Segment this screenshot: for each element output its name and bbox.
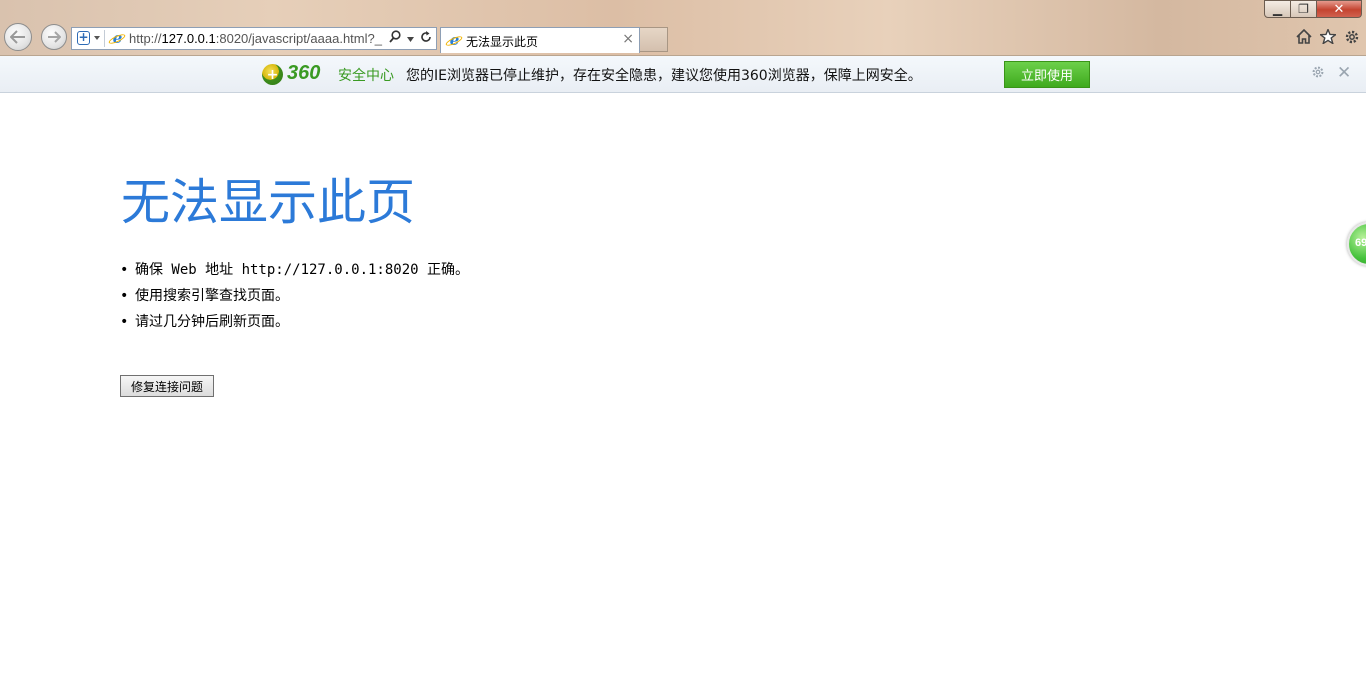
brand-360: 360 xyxy=(287,62,321,84)
minimize-button[interactable]: ▁ xyxy=(1264,0,1291,18)
address-bar-actions xyxy=(389,30,432,47)
floating-speed-ball[interactable]: 69 xyxy=(1347,222,1366,266)
close-icon: ✕ xyxy=(1333,1,1345,17)
address-bar[interactable]: + e http://127.0.0.1:8020/javascript/aaa… xyxy=(71,27,437,50)
browser-titlebar: + e http://127.0.0.1:8020/javascript/aaa… xyxy=(0,0,1366,56)
use-now-button[interactable]: 立即使用 xyxy=(1004,61,1090,88)
close-window-button[interactable]: ✕ xyxy=(1317,0,1362,18)
tab-close-icon[interactable]: × xyxy=(622,31,634,47)
bullet: • xyxy=(120,314,129,330)
ie-logo-icon: e xyxy=(110,31,125,46)
restore-icon: ❐ xyxy=(1298,2,1309,16)
suggestion-list: • 确保 Web 地址 http://127.0.0.1:8020 正确。 • 使用… xyxy=(120,258,469,336)
forward-button[interactable] xyxy=(41,24,67,50)
bullet: • xyxy=(120,288,129,304)
notification-message: 您的IE浏览器已停止维护，存在安全隐患，建议您使用360浏览器，保障上网安全。 xyxy=(406,68,922,84)
back-arrow-icon xyxy=(10,30,25,44)
suggestion-text: 确保 Web 地址 http://127.0.0.1:8020 正确。 xyxy=(135,262,470,278)
url-host: 127.0.0.1 xyxy=(161,31,216,46)
suggestion-text: 使用搜索引擎查找页面。 xyxy=(135,288,289,304)
maximize-button[interactable]: ❐ xyxy=(1291,0,1317,18)
favorites-star-icon[interactable] xyxy=(1318,27,1338,49)
tab-current[interactable]: e 无法显示此页 × xyxy=(440,27,640,53)
browser-toolbar-icons xyxy=(1296,27,1360,49)
list-item: • 确保 Web 地址 http://127.0.0.1:8020 正确。 xyxy=(120,258,469,284)
new-tab-button[interactable] xyxy=(640,27,668,52)
suggestion-text: 请过几分钟后刷新页面。 xyxy=(135,314,289,330)
home-icon[interactable] xyxy=(1296,28,1312,49)
brand-subtitle: 安全中心 xyxy=(338,68,394,84)
chevron-down-icon[interactable] xyxy=(407,31,414,46)
search-icon[interactable] xyxy=(389,30,401,47)
refresh-icon[interactable] xyxy=(420,30,432,47)
tab-title: 无法显示此页 xyxy=(466,35,539,49)
list-item: • 使用搜索引擎查找页面。 xyxy=(120,284,469,310)
speed-ball-value: 69 xyxy=(1355,237,1366,249)
chevron-down-icon xyxy=(94,36,100,40)
tools-gear-icon[interactable] xyxy=(1344,29,1360,49)
fix-connection-button[interactable]: 修复连接问题 xyxy=(120,375,214,397)
settings-gear-icon[interactable] xyxy=(1311,65,1325,83)
360-logo-icon: + xyxy=(262,64,283,85)
url-path: :8020/javascript/aaaa.html?_ xyxy=(215,31,382,46)
shield-plus-icon: + xyxy=(77,30,90,45)
window-controls: ▁ ❐ ✕ xyxy=(1264,0,1362,18)
close-notification-icon[interactable]: ✕ xyxy=(1337,63,1351,83)
compatibility-view-button[interactable]: + xyxy=(74,30,105,47)
list-item: • 请过几分钟后刷新页面。 xyxy=(120,310,469,336)
page-title: 无法显示此页 xyxy=(121,174,416,231)
ie-logo-icon: e xyxy=(447,33,462,48)
forward-arrow-icon xyxy=(48,31,61,43)
bullet: • xyxy=(120,262,129,278)
minimize-icon: ▁ xyxy=(1272,2,1283,16)
security-notification-bar: + 360 安全中心 您的IE浏览器已停止维护，存在安全隐患，建议您使用360浏… xyxy=(0,56,1366,93)
address-url[interactable]: http://127.0.0.1:8020/javascript/aaaa.ht… xyxy=(129,31,382,46)
back-button[interactable] xyxy=(4,23,32,51)
url-prefix: http:// xyxy=(129,31,162,46)
